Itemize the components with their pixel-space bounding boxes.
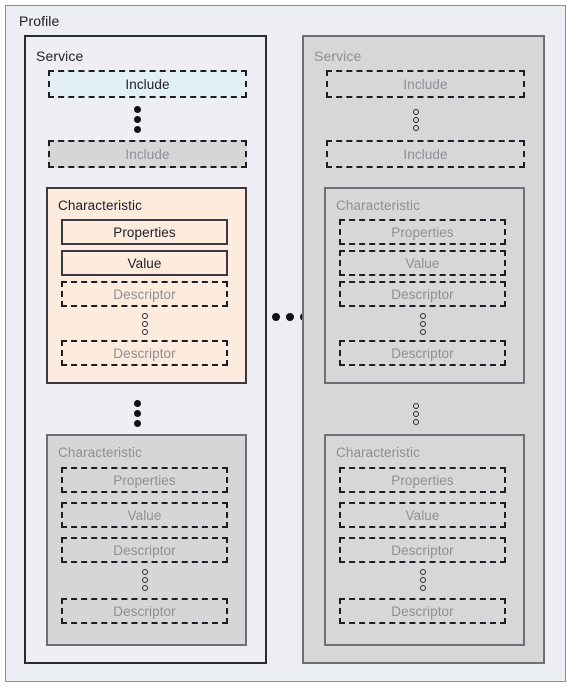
circle-icon	[141, 329, 148, 335]
dot-icon	[134, 410, 141, 417]
circle-icon	[412, 403, 419, 409]
circle-icon	[141, 313, 148, 319]
descriptor-ellipsis-icon	[419, 313, 426, 335]
characteristic-label: Characteristic	[58, 198, 142, 213]
descriptor-ellipsis-icon	[141, 313, 148, 335]
characteristic-properties-row[interactable]: Properties	[61, 467, 228, 493]
dot-icon	[134, 126, 141, 133]
characteristic-panel-dimmed[interactable]: Characteristic Properties Value Descript…	[46, 434, 247, 646]
characteristic-descriptor-row[interactable]: Descriptor	[339, 537, 506, 563]
circle-icon	[412, 411, 419, 417]
service-panel-dimmed[interactable]: Service Include Include Characteristic P…	[302, 35, 545, 664]
characteristic-panel-dimmed[interactable]: Characteristic Properties Value Descript…	[324, 187, 525, 384]
circle-icon	[419, 585, 426, 591]
characteristic-value-row[interactable]: Value	[61, 250, 228, 276]
characteristic-label: Characteristic	[58, 445, 142, 460]
characteristic-descriptor-row[interactable]: Descriptor	[339, 340, 506, 366]
profile-label: Profile	[19, 13, 60, 29]
characteristic-descriptor-row[interactable]: Descriptor	[61, 281, 228, 307]
characteristic-value-row[interactable]: Value	[339, 250, 506, 276]
characteristic-properties-row[interactable]: Properties	[61, 219, 228, 245]
characteristic-label: Characteristic	[336, 445, 420, 460]
circle-icon	[141, 577, 148, 583]
include-row-dimmed[interactable]: Include	[326, 70, 525, 98]
service-label: Service	[314, 48, 362, 64]
characteristic-properties-row[interactable]: Properties	[339, 219, 506, 245]
descriptor-ellipsis-icon	[141, 569, 148, 591]
gatt-profile-diagram: Profile Service Include Include Characte…	[0, 0, 572, 687]
dot-icon	[134, 420, 141, 427]
circle-icon	[419, 313, 426, 319]
characteristic-ellipsis-icon	[412, 403, 419, 425]
characteristic-properties-row[interactable]: Properties	[339, 467, 506, 493]
include-row-dimmed[interactable]: Include	[326, 140, 525, 168]
characteristic-descriptor-row[interactable]: Descriptor	[339, 598, 506, 624]
circle-icon	[412, 117, 419, 123]
circle-icon	[412, 109, 419, 115]
dot-icon	[286, 313, 294, 321]
circle-icon	[141, 569, 148, 575]
circle-icon	[419, 321, 426, 327]
characteristic-descriptor-row[interactable]: Descriptor	[61, 537, 228, 563]
characteristic-descriptor-row[interactable]: Descriptor	[339, 281, 506, 307]
characteristic-value-row[interactable]: Value	[61, 502, 228, 528]
include-row-active[interactable]: Include	[48, 70, 247, 98]
circle-icon	[412, 419, 419, 425]
dot-icon	[272, 313, 280, 321]
circle-icon	[141, 585, 148, 591]
circle-icon	[412, 125, 419, 131]
dot-icon	[134, 116, 141, 123]
circle-icon	[419, 569, 426, 575]
circle-icon	[419, 329, 426, 335]
include-ellipsis-icon	[134, 106, 141, 133]
circle-icon	[141, 321, 148, 327]
characteristic-ellipsis-icon	[134, 400, 141, 427]
characteristic-descriptor-row[interactable]: Descriptor	[61, 598, 228, 624]
service-label: Service	[36, 48, 84, 64]
include-row-dimmed[interactable]: Include	[48, 140, 247, 168]
characteristic-label: Characteristic	[336, 198, 420, 213]
characteristic-panel-active[interactable]: Characteristic Properties Value Descript…	[46, 187, 247, 384]
descriptor-ellipsis-icon	[419, 569, 426, 591]
dot-icon	[134, 106, 141, 113]
include-ellipsis-icon	[412, 109, 419, 131]
service-panel-active[interactable]: Service Include Include Characteristic P…	[24, 35, 267, 664]
circle-icon	[419, 577, 426, 583]
dot-icon	[134, 400, 141, 407]
characteristic-value-row[interactable]: Value	[339, 502, 506, 528]
characteristic-panel-dimmed[interactable]: Characteristic Properties Value Descript…	[324, 434, 525, 646]
characteristic-descriptor-row[interactable]: Descriptor	[61, 340, 228, 366]
